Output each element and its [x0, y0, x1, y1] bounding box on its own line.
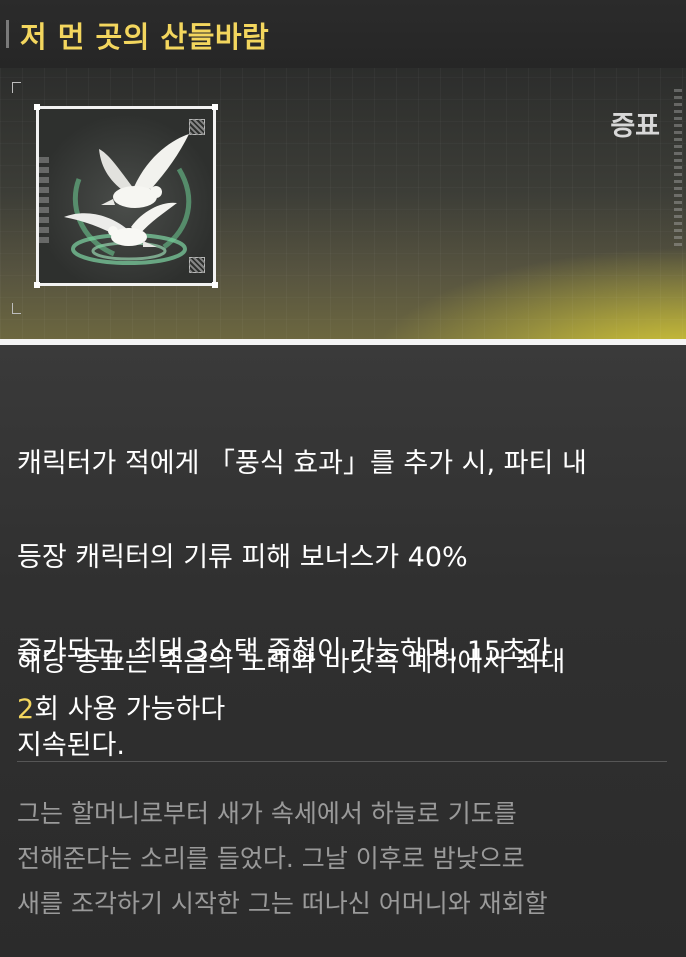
white-doves-icon: [64, 134, 192, 265]
scroll-fade: [0, 917, 686, 957]
lore-text: 그는 할머니로부터 새가 속세에서 하늘로 기도를 전해준다는 소리를 들었다.…: [17, 791, 667, 926]
banner-decoration: [674, 86, 682, 246]
usage-line: 해당 증표는 죽음의 노래와 바닷속 폐허에서 최대: [17, 647, 566, 678]
description-panel: 캐릭터가 적에게 「풍식 효과」를 추가 시, 파티 내 등장 캐릭터의 기류 …: [0, 345, 686, 957]
usage-description: 해당 증표는 죽음의 노래와 바닷속 폐허에서 최대 2회 사용 가능하다: [17, 639, 667, 733]
usage-line: 2회 사용 가능하다: [17, 686, 667, 733]
item-icon-frame[interactable]: [34, 104, 218, 288]
title-bar: 저 먼 곳의 산들바람: [0, 0, 686, 68]
section-divider: [17, 761, 667, 762]
item-banner: 증표: [0, 68, 686, 342]
effect-line: 등장 캐릭터의 기류 피해 보너스가 40%: [17, 542, 468, 573]
item-type-label: 증표: [610, 111, 660, 142]
effect-description: 캐릭터가 적에게 「풍식 효과」를 추가 시, 파티 내 등장 캐릭터의 기류 …: [17, 393, 667, 816]
lore-line: 전해준다는 소리를 들었다. 그날 이후로 밤낮으로: [17, 844, 525, 873]
effect-line: 캐릭터가 적에게 「풍식 효과」를 추가 시, 파티 내: [17, 448, 587, 479]
title-accent-bar: [6, 20, 9, 48]
usage-suffix: 회 사용 가능하다: [34, 694, 226, 725]
lore-line: 그는 할머니로부터 새가 속세에서 하늘로 기도를: [17, 799, 517, 828]
item-title: 저 먼 곳의 산들바람: [20, 20, 270, 54]
corner-bracket-icon: [12, 82, 21, 93]
usage-count: 2: [17, 694, 35, 725]
corner-bracket-icon: [12, 303, 21, 314]
